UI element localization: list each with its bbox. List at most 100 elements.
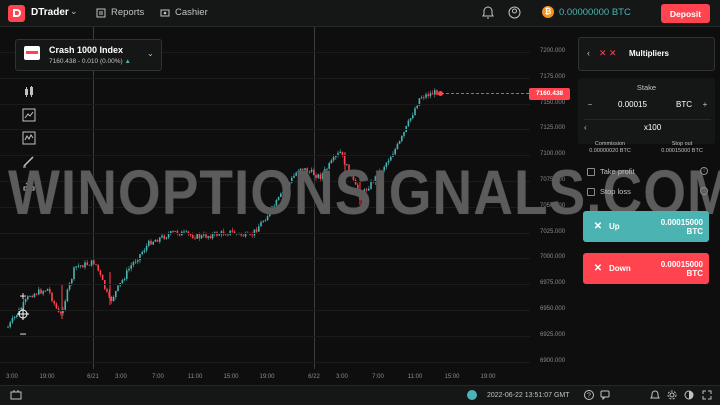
indicators-icon[interactable] [20,131,38,147]
candle-body [209,236,212,239]
chevron-left-icon[interactable]: ‹ [584,123,594,132]
candle-body [126,270,128,279]
chart-type-icon[interactable] [20,108,38,124]
crash-index-icon [24,46,40,60]
candle-body [434,90,436,95]
candle-body [106,288,108,292]
candle-body [71,279,73,284]
y-tick-label: 7200.000 [540,48,566,54]
candle-body [407,120,410,127]
cashier-icon [160,9,170,16]
candle-body [55,303,58,309]
buy-up-label: Up [609,222,620,231]
take-profit-option[interactable]: Take profit [587,167,635,176]
help-icon[interactable]: ? [584,390,594,403]
candle-body [401,135,403,142]
candle-body [60,312,62,313]
candle-body [77,265,80,267]
candle-body [150,240,152,245]
take-profit-checkbox[interactable] [587,167,595,176]
candle-body [242,235,245,237]
candle-body [339,151,341,153]
buy-down-button[interactable]: ✕ Down 0.00015000 BTC [583,253,709,284]
multiplier-selector[interactable]: ‹ x100 [584,119,711,135]
candle-body [231,230,234,232]
nav-cashier[interactable]: Cashier [160,7,208,18]
chevron-left-icon[interactable]: ‹ [587,48,590,58]
crosshair-icon[interactable] [14,308,32,323]
stop-out-label: Stop out [671,141,693,147]
stake-value[interactable]: 0.00015 [596,100,669,109]
info-icon[interactable]: i [700,187,708,195]
stop-out-info: Stop out 0.00015000 BTC [652,141,712,155]
grid-line [0,310,530,311]
candle-body [7,326,9,328]
deriv-logo-icon[interactable] [8,5,25,22]
buy-up-button[interactable]: ✕ Up 0.00015000 BTC [583,211,709,242]
candle-body [143,250,146,253]
candle-body [425,94,427,98]
candle-body [203,234,205,236]
x-tick-label: 7:00 [152,374,164,380]
x-tick-label: 19:00 [480,374,496,380]
chat-icon[interactable] [600,390,610,403]
trade-type-selector[interactable]: ‹ ✕ ✕ Multipliers [578,37,715,71]
candle-body [53,301,55,304]
stake-input[interactable]: − 0.00015 BTC + [584,96,711,112]
symbol-selector[interactable]: Crash 1000 Index 7160.438 - 0.010 (0.00%… [15,39,162,71]
y-tick-label: 6900.000 [540,357,566,364]
candle-body [403,132,405,136]
notification-icon[interactable] [650,390,660,403]
chevron-down-icon: ⌄ [147,49,154,58]
info-icon[interactable]: i [700,167,708,175]
bell-icon[interactable] [482,6,494,22]
stake-decrease-button[interactable]: − [584,100,596,109]
current-price-line [441,93,529,94]
nav-reports[interactable]: Reports [96,7,144,18]
app-name[interactable]: DTrader [31,7,69,18]
stop-loss-checkbox[interactable] [587,187,595,196]
stake-increase-button[interactable]: + [699,100,711,109]
y-tick-label: 6950.000 [540,306,566,312]
candle-body [101,274,104,281]
buy-down-label: Down [609,264,631,273]
candle-body [11,318,14,323]
candle-body [75,266,77,268]
zoom-out-icon[interactable]: − [14,327,32,342]
account-balance[interactable]: ₿ 0.00000000 BTC [542,6,631,18]
theme-icon[interactable] [684,390,694,403]
zoom-in-icon[interactable]: + [14,289,32,304]
footer-bar: 2022-06-22 13:51:07 GMT ? [0,385,720,405]
candle-body [93,260,95,265]
candle-body [141,252,143,255]
chevron-down-icon[interactable]: ⌄ [70,6,78,17]
grid-line [0,129,530,131]
positions-icon[interactable] [10,389,22,404]
candle-body [225,234,227,236]
account-icon[interactable] [508,6,521,22]
x-tick-label: 11:00 [187,374,203,380]
multiplier-down-icon: ✕ [593,263,603,274]
fullscreen-icon[interactable] [702,390,712,403]
candle-body [82,265,84,268]
settings-icon[interactable] [667,390,677,403]
reports-icon [96,8,106,17]
y-tick-label: 7125.000 [540,125,566,132]
candle-body [198,233,201,239]
candle-body [51,292,53,302]
grid-line [0,77,530,79]
chart-interval-icon[interactable] [20,85,38,101]
x-tick-label: 3:00 [6,374,18,380]
zoom-controls: + − [14,289,32,342]
deposit-button[interactable]: Deposit [661,4,710,23]
stop-loss-option[interactable]: Stop loss [587,187,631,196]
candle-body [33,293,36,298]
x-tick-label: 19:00 [259,374,275,380]
buy-down-amount: 0.00015000 BTC [660,259,703,278]
candle-body [86,262,88,265]
multipliers-icon: ✕ ✕ [599,48,617,58]
candle-body [227,234,229,236]
balance-amount: 0.00000000 BTC [559,6,631,18]
candle-body [431,93,434,95]
x-tick-label: 15:00 [444,374,460,380]
